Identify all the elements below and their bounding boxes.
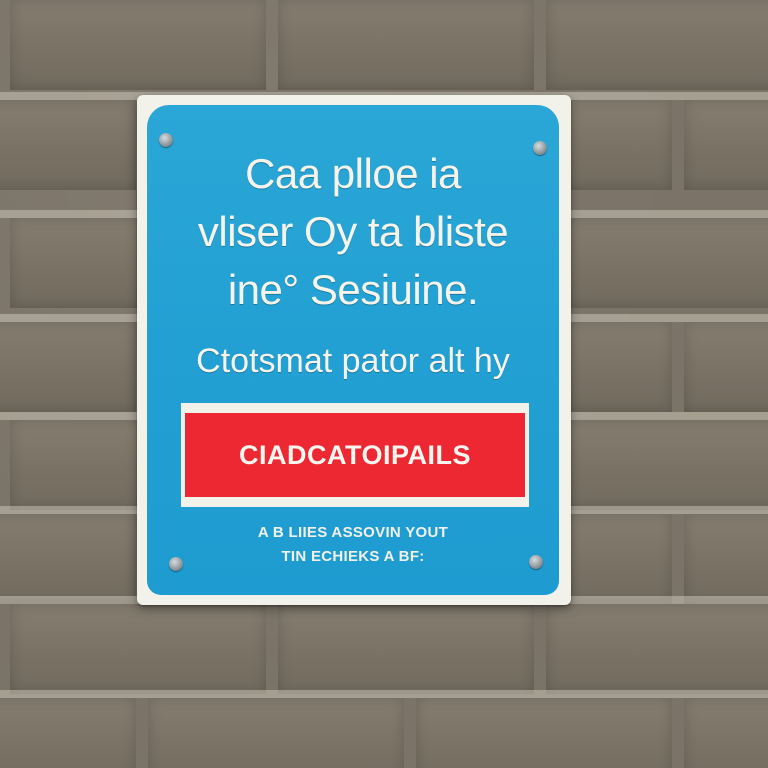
sign-banner: CIADCATOIPAILS [181,403,529,507]
sign-subheading: Ctotsmat pator alt hy [196,342,510,380]
sign-fine-print-line: TIN ECHIEKS A BF: [281,548,425,565]
sign-heading-line: ine° Sesiuine. [227,266,479,313]
sign-banner-red: CIADCATOIPAILS [185,413,525,497]
sign-heading: Caa plloe ia vliser Oy ta bliste ine° Se… [147,145,559,319]
sign-fine-print-line: A B LIIES ASSOVIN YOUT [257,524,449,541]
sign-heading-line: vliser Oy ta bliste [197,208,509,255]
sign-panel: Caa plloe ia vliser Oy ta bliste ine° Se… [147,105,559,595]
sign-fine-print: A B LIIES ASSOVIN YOUT TIN ECHIEKS A BF: [147,521,559,569]
sign-heading-line: Caa plloe ia [245,150,461,197]
sign-banner-text: CIADCATOIPAILS [238,439,471,470]
wall-sign: Caa plloe ia vliser Oy ta bliste ine° Se… [137,95,571,605]
